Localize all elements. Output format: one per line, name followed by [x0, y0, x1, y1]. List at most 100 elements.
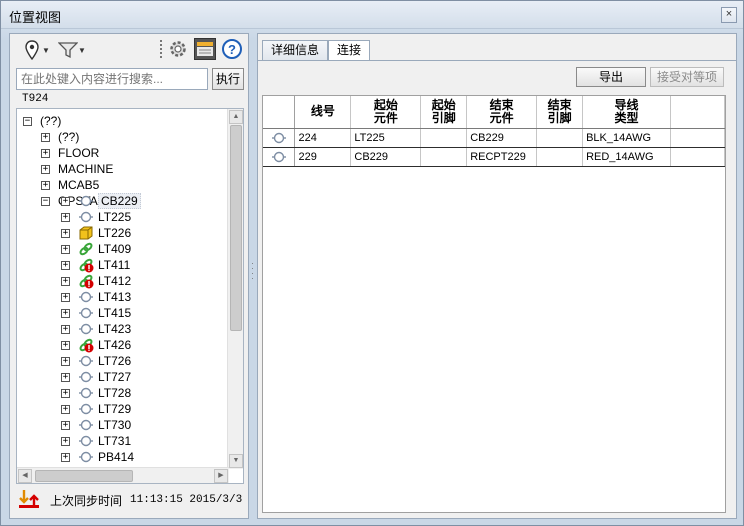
- tree-node[interactable]: + LT731: [61, 433, 131, 449]
- expand-icon[interactable]: +: [41, 164, 50, 174]
- tree-node[interactable]: + CB229: [61, 193, 141, 209]
- tree-node[interactable]: + PB414: [61, 449, 134, 465]
- expand-icon[interactable]: +: [61, 388, 70, 398]
- table-cell[interactable]: [670, 128, 725, 148]
- tree-node[interactable]: + LT727: [61, 369, 131, 385]
- expand-icon[interactable]: +: [61, 308, 70, 318]
- collapse-icon[interactable]: −: [41, 196, 50, 206]
- connector-icon: [78, 193, 94, 209]
- table-cell[interactable]: CB229: [350, 147, 422, 167]
- tree-node[interactable]: + LT730: [61, 417, 131, 433]
- table-row[interactable]: 229 CB229 RECPT229 RED_14AWG: [263, 147, 725, 167]
- expand-icon[interactable]: +: [61, 212, 70, 222]
- expand-icon[interactable]: +: [61, 276, 70, 286]
- gear-icon[interactable]: [168, 39, 188, 59]
- tree-vertical-scrollbar[interactable]: ▲ ▼: [227, 109, 243, 469]
- tree-node[interactable]: + LT415: [61, 305, 131, 321]
- table-cell[interactable]: RECPT229: [466, 147, 538, 167]
- help-icon[interactable]: ?: [222, 39, 242, 59]
- tree-node[interactable]: + LT225: [61, 209, 131, 225]
- tab-details[interactable]: 详细信息: [262, 40, 329, 60]
- panel-splitter[interactable]: · · · ·: [250, 259, 255, 283]
- expand-icon[interactable]: +: [61, 372, 70, 382]
- scroll-thumb[interactable]: [230, 125, 242, 331]
- table-cell[interactable]: [420, 128, 468, 148]
- connections-grid[interactable]: 线号 起始 元件 起始 引脚 结束 元件 结束 引脚 导线 类型 224 LT225 CB22…: [262, 95, 726, 513]
- column-header[interactable]: 结束 元件: [466, 96, 538, 129]
- scroll-right-arrow-icon[interactable]: ▶: [214, 469, 228, 483]
- expand-icon[interactable]: +: [61, 324, 70, 334]
- table-cell[interactable]: BLK_14AWG: [582, 128, 672, 148]
- tree-node[interactable]: + LT423: [61, 321, 131, 337]
- expand-icon[interactable]: +: [61, 420, 70, 430]
- expand-icon[interactable]: +: [61, 196, 70, 206]
- tree-node[interactable]: + LT726: [61, 353, 131, 369]
- table-cell[interactable]: [536, 147, 584, 167]
- expand-icon[interactable]: +: [61, 340, 70, 350]
- column-header[interactable]: [670, 96, 725, 129]
- tree-node-label: LT426: [98, 338, 132, 352]
- expand-icon[interactable]: +: [41, 148, 50, 158]
- expand-icon[interactable]: +: [61, 356, 70, 366]
- expand-icon[interactable]: +: [61, 436, 70, 446]
- table-cell[interactable]: RED_14AWG: [582, 147, 672, 167]
- export-button[interactable]: 导出: [576, 67, 646, 87]
- column-header[interactable]: 起始 引脚: [420, 96, 468, 129]
- accept-peer-button[interactable]: 接受对等项: [650, 67, 724, 87]
- title-bar[interactable]: 位置视图 ×: [1, 1, 743, 29]
- column-header[interactable]: 导线 类型: [582, 96, 672, 129]
- collapse-icon[interactable]: −: [23, 116, 32, 126]
- tree-node[interactable]: + LT426: [61, 337, 131, 353]
- table-cell[interactable]: [670, 147, 725, 167]
- column-header[interactable]: 结束 引脚: [536, 96, 584, 129]
- expand-icon[interactable]: +: [61, 292, 70, 302]
- tree-node[interactable]: + (??): [41, 129, 79, 145]
- table-cell[interactable]: CB229: [466, 128, 538, 148]
- table-row[interactable]: 224 LT225 CB229 BLK_14AWG: [263, 128, 725, 148]
- sync-arrows-icon[interactable]: [18, 489, 40, 512]
- close-button[interactable]: ×: [721, 7, 737, 23]
- table-cell[interactable]: 229: [294, 147, 352, 167]
- tree-node[interactable]: + LT729: [61, 401, 131, 417]
- scroll-left-arrow-icon[interactable]: ◀: [18, 469, 32, 483]
- expand-icon[interactable]: +: [61, 228, 70, 238]
- execute-button[interactable]: 执行: [212, 68, 244, 90]
- column-header[interactable]: 线号: [294, 96, 352, 129]
- tree-node[interactable]: + LT728: [61, 385, 131, 401]
- location-pin-icon[interactable]: [24, 40, 40, 60]
- tree-node[interactable]: − (??): [23, 113, 61, 129]
- table-cell[interactable]: [420, 147, 468, 167]
- expand-icon[interactable]: +: [61, 244, 70, 254]
- tab-connections[interactable]: 连接: [328, 40, 371, 61]
- tree-node[interactable]: + LT413: [61, 289, 131, 305]
- scroll-up-arrow-icon[interactable]: ▲: [229, 110, 243, 124]
- tree-node[interactable]: + FLOOR: [41, 145, 99, 161]
- chevron-down-icon[interactable]: ▼: [42, 46, 50, 55]
- location-tree[interactable]: −(??)+(??)+FLOOR+MACHINE+MCAB5−OPSTA3+CB…: [16, 108, 244, 484]
- table-cell[interactable]: LT225: [350, 128, 422, 148]
- tree-node[interactable]: + MACHINE: [41, 161, 113, 177]
- scroll-down-arrow-icon[interactable]: ▼: [229, 454, 243, 468]
- chevron-down-icon[interactable]: ▼: [78, 46, 86, 55]
- scroll-thumb[interactable]: [35, 470, 133, 482]
- tree-node[interactable]: + LT226: [61, 225, 131, 241]
- expand-icon[interactable]: +: [61, 452, 70, 462]
- connector-icon: [78, 369, 94, 385]
- tree-node[interactable]: + LT409: [61, 241, 131, 257]
- table-cell[interactable]: [536, 128, 584, 148]
- filter-funnel-icon[interactable]: [58, 40, 78, 60]
- column-header[interactable]: 起始 元件: [350, 96, 422, 129]
- tree-node-label: LT728: [98, 386, 132, 400]
- tree-node[interactable]: + MCAB5: [41, 177, 99, 193]
- tree-node[interactable]: + LT412: [61, 273, 131, 289]
- expand-icon[interactable]: +: [61, 260, 70, 270]
- search-input[interactable]: [16, 68, 208, 90]
- expand-icon[interactable]: +: [41, 132, 50, 142]
- expand-icon[interactable]: +: [61, 404, 70, 414]
- row-marker-header[interactable]: [263, 96, 296, 129]
- clapperboard-icon[interactable]: [194, 38, 216, 60]
- tree-horizontal-scrollbar[interactable]: ◀ ▶: [17, 467, 229, 483]
- expand-icon[interactable]: +: [41, 180, 50, 190]
- tree-node[interactable]: + LT411: [61, 257, 130, 273]
- table-cell[interactable]: 224: [294, 128, 352, 148]
